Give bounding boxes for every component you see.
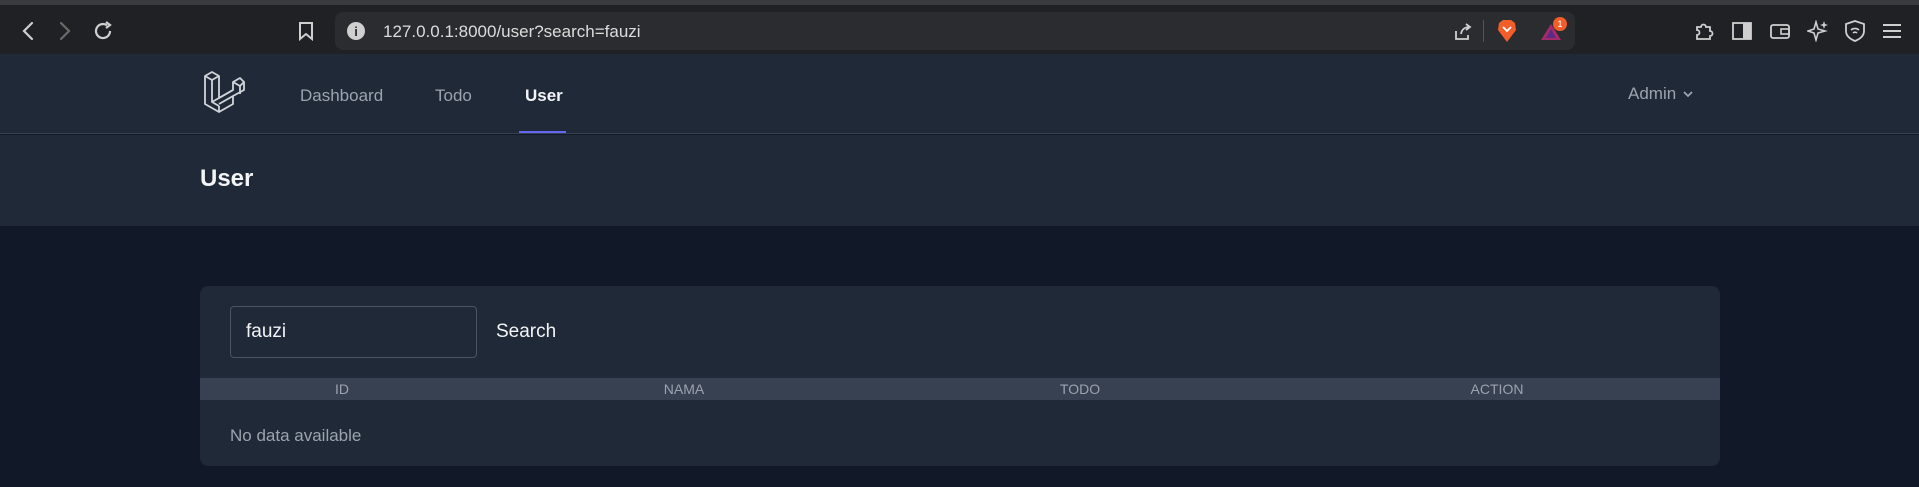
- address-bar[interactable]: i 127.0.0.1:8000/user?search=fauzi 1: [335, 12, 1575, 50]
- wallet-button[interactable]: [1768, 19, 1792, 43]
- laravel-logo[interactable]: [203, 70, 245, 119]
- site-info-icon[interactable]: i: [347, 22, 365, 40]
- chevron-down-icon: [1683, 91, 1693, 98]
- brave-shields-icon[interactable]: [1495, 19, 1519, 43]
- wallet-icon: [1770, 24, 1790, 39]
- reload-icon: [94, 21, 112, 40]
- nav-link-user[interactable]: User: [525, 86, 563, 106]
- url-text[interactable]: 127.0.0.1:8000/user?search=fauzi: [383, 22, 641, 42]
- share-icon[interactable]: [1452, 21, 1474, 43]
- sparkle-icon: [1807, 20, 1828, 42]
- nav-link-dashboard[interactable]: Dashboard: [300, 86, 383, 106]
- user-menu-dropdown[interactable]: Admin: [1628, 84, 1694, 104]
- leo-ai-button[interactable]: [1806, 19, 1830, 43]
- notification-badge: 1: [1553, 17, 1567, 31]
- back-button[interactable]: [14, 17, 42, 45]
- puzzle-icon: [1696, 23, 1714, 40]
- bookmark-icon: [299, 22, 313, 41]
- vpn-button[interactable]: [1843, 19, 1867, 43]
- bookmark-button[interactable]: [295, 19, 317, 43]
- brave-rewards-icon[interactable]: 1: [1536, 17, 1567, 45]
- forward-button[interactable]: [51, 17, 79, 45]
- page-title: User: [200, 165, 254, 192]
- back-arrow-icon: [22, 21, 34, 41]
- page-header: User: [0, 135, 1919, 226]
- active-nav-indicator: [519, 131, 566, 133]
- hamburger-icon: [1883, 24, 1901, 38]
- empty-table-message: No data available: [230, 426, 362, 445]
- user-menu-label: Admin: [1628, 84, 1677, 103]
- extensions-button[interactable]: [1692, 19, 1716, 43]
- search-button[interactable]: Search: [496, 321, 556, 343]
- reload-button[interactable]: [89, 17, 117, 45]
- sidebar-toggle-button[interactable]: [1730, 19, 1754, 43]
- search-input[interactable]: [230, 306, 477, 358]
- browser-toolbar: i 127.0.0.1:8000/user?search=fauzi 1: [0, 0, 1919, 54]
- nav-link-todo[interactable]: Todo: [435, 86, 472, 106]
- column-header-nama: NAMA: [663, 381, 705, 397]
- sidebar-icon: [1732, 22, 1752, 40]
- divider: [1483, 20, 1484, 42]
- shield-wifi-icon: [1845, 20, 1865, 42]
- main-menu-button[interactable]: [1880, 19, 1904, 43]
- forward-arrow-icon: [59, 21, 71, 41]
- user-table-card: Search ID NAMA TODO ACTION No data avail…: [200, 286, 1720, 466]
- column-header-action: ACTION: [1470, 381, 1524, 397]
- table-header: ID NAMA TODO ACTION: [200, 378, 1720, 400]
- app-navbar: Dashboard Todo User Admin: [0, 54, 1919, 134]
- column-header-todo: TODO: [1059, 381, 1101, 397]
- column-header-id: ID: [335, 381, 349, 397]
- laravel-logo-icon: [204, 71, 245, 113]
